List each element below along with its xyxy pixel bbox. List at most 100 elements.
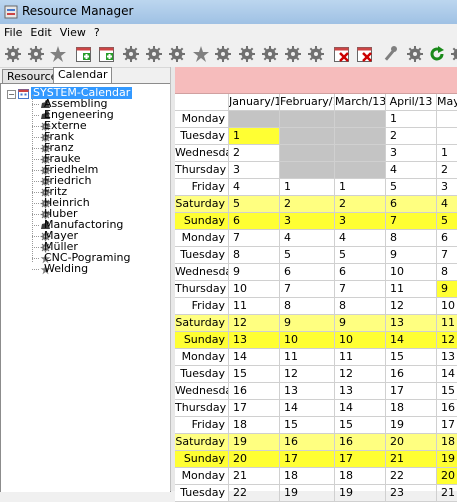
day-cell[interactable]: 22 [229,485,280,502]
day-cell[interactable]: 14 [335,400,386,417]
day-cell[interactable]: 5 [437,213,457,230]
gear-button[interactable] [27,45,45,63]
gear-button[interactable] [214,45,232,63]
day-cell[interactable]: 15 [386,349,437,366]
day-cell[interactable]: 12 [335,366,386,383]
day-cell[interactable]: 20 [229,451,280,468]
day-cell[interactable]: 21 [386,451,437,468]
day-cell[interactable]: 3 [280,213,335,230]
day-cell[interactable]: 1 [437,145,457,162]
day-cell[interactable] [335,128,386,145]
day-cell[interactable]: 23 [386,485,437,502]
gear-button[interactable] [284,45,302,63]
day-cell[interactable]: 5 [280,247,335,264]
day-cell[interactable]: 4 [335,230,386,247]
day-cell[interactable]: 3 [386,145,437,162]
day-cell[interactable]: 19 [229,434,280,451]
day-cell[interactable]: 14 [229,349,280,366]
star-button[interactable] [49,45,67,63]
day-cell[interactable]: 9 [229,264,280,281]
day-cell[interactable]: 12 [437,332,457,349]
day-cell[interactable]: 12 [386,298,437,315]
day-cell[interactable]: 3 [437,179,457,196]
day-cell[interactable]: 15 [335,417,386,434]
day-cell[interactable]: 7 [280,281,335,298]
day-cell[interactable]: 17 [437,417,457,434]
day-cell[interactable]: 11 [437,315,457,332]
day-cell[interactable]: 10 [280,332,335,349]
gear-button[interactable] [450,45,457,63]
add-calendar-button[interactable] [75,45,93,63]
day-cell[interactable]: 18 [280,468,335,485]
day-cell[interactable]: 11 [386,281,437,298]
day-cell[interactable]: 8 [437,264,457,281]
day-cell[interactable] [335,111,386,128]
day-cell[interactable]: 19 [437,451,457,468]
day-cell[interactable] [280,128,335,145]
day-cell[interactable]: 11 [280,349,335,366]
day-cell[interactable]: 10 [437,298,457,315]
day-cell[interactable] [335,145,386,162]
menu-view[interactable]: View [56,24,90,39]
day-cell[interactable]: 1 [335,179,386,196]
day-cell[interactable]: 9 [280,315,335,332]
day-cell[interactable]: 16 [229,383,280,400]
day-cell[interactable]: 1 [229,128,280,145]
day-cell[interactable]: 21 [437,485,457,502]
day-cell[interactable]: 18 [335,468,386,485]
day-cell[interactable]: 6 [229,213,280,230]
day-cell[interactable]: 4 [229,179,280,196]
collapse-icon[interactable]: − [7,90,16,99]
day-cell[interactable]: 4 [386,162,437,179]
day-cell[interactable]: 22 [386,468,437,485]
day-cell[interactable]: 16 [386,366,437,383]
day-cell[interactable]: 18 [386,400,437,417]
day-cell[interactable]: 12 [229,315,280,332]
day-cell[interactable] [437,111,457,128]
day-cell[interactable]: 2 [229,145,280,162]
gear-button[interactable] [307,45,325,63]
day-cell[interactable]: 19 [386,417,437,434]
day-cell[interactable]: 2 [280,196,335,213]
day-cell[interactable] [280,162,335,179]
refresh-button[interactable] [428,45,446,63]
day-cell[interactable]: 16 [437,400,457,417]
gear-button[interactable] [238,45,256,63]
day-cell[interactable]: 6 [386,196,437,213]
day-cell[interactable]: 14 [437,366,457,383]
day-cell[interactable]: 10 [229,281,280,298]
menu-edit[interactable]: Edit [26,24,55,39]
day-cell[interactable]: 20 [437,468,457,485]
tool-button[interactable] [381,45,399,63]
day-cell[interactable]: 5 [229,196,280,213]
day-cell[interactable]: 2 [386,128,437,145]
add-calendar-button[interactable] [98,45,116,63]
day-cell[interactable]: 17 [229,400,280,417]
day-cell[interactable]: 3 [335,213,386,230]
day-cell[interactable]: 1 [280,179,335,196]
gear-button[interactable] [4,45,22,63]
day-cell[interactable]: 18 [437,434,457,451]
gear-button[interactable] [145,45,163,63]
delete-calendar-button[interactable] [333,45,351,63]
day-cell[interactable]: 14 [280,400,335,417]
day-cell[interactable]: 17 [335,451,386,468]
day-cell[interactable]: 9 [335,315,386,332]
day-cell[interactable]: 7 [437,247,457,264]
day-cell[interactable]: 9 [386,247,437,264]
day-cell[interactable]: 13 [335,383,386,400]
day-cell[interactable]: 13 [280,383,335,400]
star-button[interactable] [192,45,210,63]
day-cell[interactable]: 8 [280,298,335,315]
day-cell[interactable] [335,162,386,179]
day-cell[interactable]: 4 [280,230,335,247]
gear-button[interactable] [122,45,140,63]
day-cell[interactable]: 2 [437,162,457,179]
day-cell[interactable]: 9 [437,281,457,298]
day-cell[interactable]: 5 [335,247,386,264]
day-cell[interactable]: 20 [386,434,437,451]
day-cell[interactable]: 13 [386,315,437,332]
day-cell[interactable]: 12 [280,366,335,383]
gear-button[interactable] [406,45,424,63]
day-cell[interactable]: 11 [229,298,280,315]
